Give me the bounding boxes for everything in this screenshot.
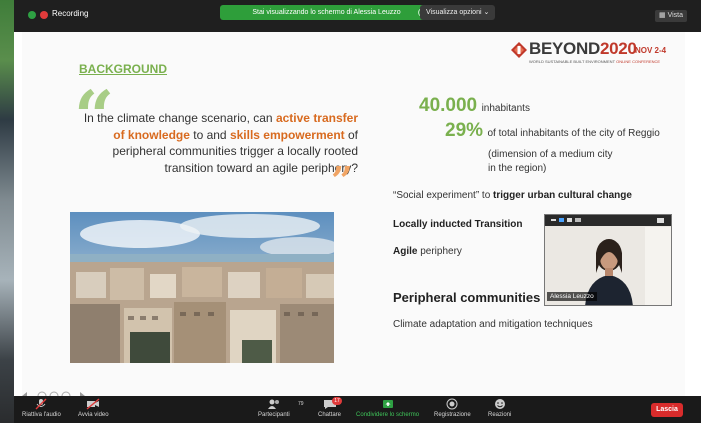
city-size-note: (dimension of a medium city in the regio… bbox=[488, 149, 613, 174]
recording-icon bbox=[40, 11, 48, 19]
social-prefix: “Social experiment” to bbox=[393, 190, 494, 201]
inhabitants-number: 40.000 bbox=[419, 95, 478, 116]
agile-bold: Agile bbox=[393, 246, 418, 257]
logo-subtitle: WORLD SUSTAINABLE BUILT ENVIRONMENT ONLI… bbox=[529, 59, 660, 64]
recording-label: Recording bbox=[52, 9, 89, 18]
beyond-logo-icon bbox=[511, 42, 527, 58]
muted-mic-icon bbox=[35, 398, 47, 410]
inhabitants-label: inhabitants bbox=[481, 103, 530, 114]
record-button[interactable]: Registrazione bbox=[434, 398, 471, 418]
reactions-button[interactable]: Reazioni bbox=[488, 398, 511, 418]
conference-logo: BEYOND2020 NOV 2-4 WORLD SUSTAINABLE BUI… bbox=[511, 38, 681, 68]
view-options-button[interactable]: Visualizza opzioni ⌄ bbox=[420, 5, 496, 20]
slide-heading: BACKGROUND bbox=[79, 62, 167, 76]
quote-part-2: to and bbox=[189, 127, 230, 142]
share-screen-icon bbox=[382, 400, 393, 408]
close-quote-mark: ” bbox=[331, 158, 353, 203]
social-bold: trigger urban cultural change bbox=[493, 190, 632, 201]
video-off-icon bbox=[86, 398, 100, 410]
locally-transition-line: Locally inducted Transition bbox=[393, 219, 523, 230]
view-button[interactable]: ▦ Vista bbox=[655, 10, 687, 22]
leave-button[interactable]: Lascia bbox=[651, 403, 683, 417]
participants-text: Partecipanti bbox=[258, 412, 290, 418]
security-shield-icon[interactable] bbox=[28, 11, 36, 19]
unmute-label: Riattiva l'audio bbox=[22, 412, 61, 418]
meeting-toolbar: Riattiva l'audio Avvia video Partecipant… bbox=[14, 396, 701, 423]
social-experiment-line: “Social experiment” to trigger urban cul… bbox=[393, 190, 632, 201]
participants-count: 79 bbox=[298, 401, 304, 407]
logo-date: NOV 2-4 bbox=[635, 46, 667, 55]
agile-periphery-line: Agile periphery bbox=[393, 246, 462, 257]
share-screen-button[interactable]: Condividere lo schermo bbox=[356, 398, 419, 418]
peripheral-communities-heading: Peripheral communities bbox=[393, 290, 541, 305]
screen-share-notice: Stai visualizzando lo schermo di Alessia… bbox=[220, 5, 433, 20]
share-screen-label: Condividere lo schermo bbox=[356, 412, 420, 418]
participant-video[interactable]: Alessia Leuzzo bbox=[544, 214, 672, 306]
climate-techniques-line: Climate adaptation and mitigation techni… bbox=[393, 319, 593, 330]
background-window-strip bbox=[0, 0, 14, 423]
percentage-number: 29% bbox=[445, 120, 484, 141]
participant-name: Alessia Leuzzo bbox=[547, 292, 597, 301]
quote-part-1: In the climate change scenario, can bbox=[83, 111, 276, 125]
reactions-icon bbox=[494, 399, 505, 409]
logo-subtitle-a: WORLD SUSTAINABLE BUILT ENVIRONMENT bbox=[529, 59, 615, 64]
percentage-stat: 29% of total inhabitants of the city of … bbox=[445, 120, 660, 142]
participants-label: Partecipanti bbox=[258, 412, 290, 418]
view-button-label: Vista bbox=[667, 12, 683, 19]
zoom-window: Recording Stai visualizzando lo schermo … bbox=[0, 0, 701, 423]
city-photo bbox=[70, 212, 334, 363]
logo-subtitle-b: ONLINE CONFERENCE bbox=[616, 59, 661, 64]
percentage-label: of total inhabitants of the city of Regg… bbox=[487, 128, 660, 139]
research-question: In the climate change scenario, can acti… bbox=[70, 110, 358, 176]
meeting-top-bar: Recording Stai visualizzando lo schermo … bbox=[14, 0, 701, 32]
participants-button[interactable]: Partecipanti bbox=[258, 398, 290, 418]
chat-badge: 17 bbox=[332, 397, 342, 405]
logo-title: BEYOND2020 bbox=[529, 39, 637, 59]
agile-rest: periphery bbox=[417, 246, 462, 257]
record-icon bbox=[446, 398, 458, 410]
start-video-label: Avvia video bbox=[78, 412, 109, 418]
grid-icon: ▦ bbox=[659, 12, 668, 19]
inhabitants-stat: 40.000 inhabitants bbox=[419, 95, 530, 117]
participants-icon bbox=[267, 399, 279, 409]
chat-label: Chattare bbox=[318, 412, 342, 418]
logo-title-year: 2020 bbox=[599, 39, 637, 58]
screen-share-notice-text: Stai visualizzando lo schermo di Alessia… bbox=[252, 9, 401, 16]
start-video-button[interactable]: Avvia video bbox=[78, 398, 109, 418]
quote-highlight-2: skills empowerment bbox=[229, 127, 345, 142]
logo-title-main: BEYOND bbox=[529, 39, 600, 58]
reactions-label: Reazioni bbox=[488, 412, 512, 418]
record-label: Registrazione bbox=[434, 412, 471, 418]
unmute-button[interactable]: Riattiva l'audio bbox=[22, 398, 61, 418]
